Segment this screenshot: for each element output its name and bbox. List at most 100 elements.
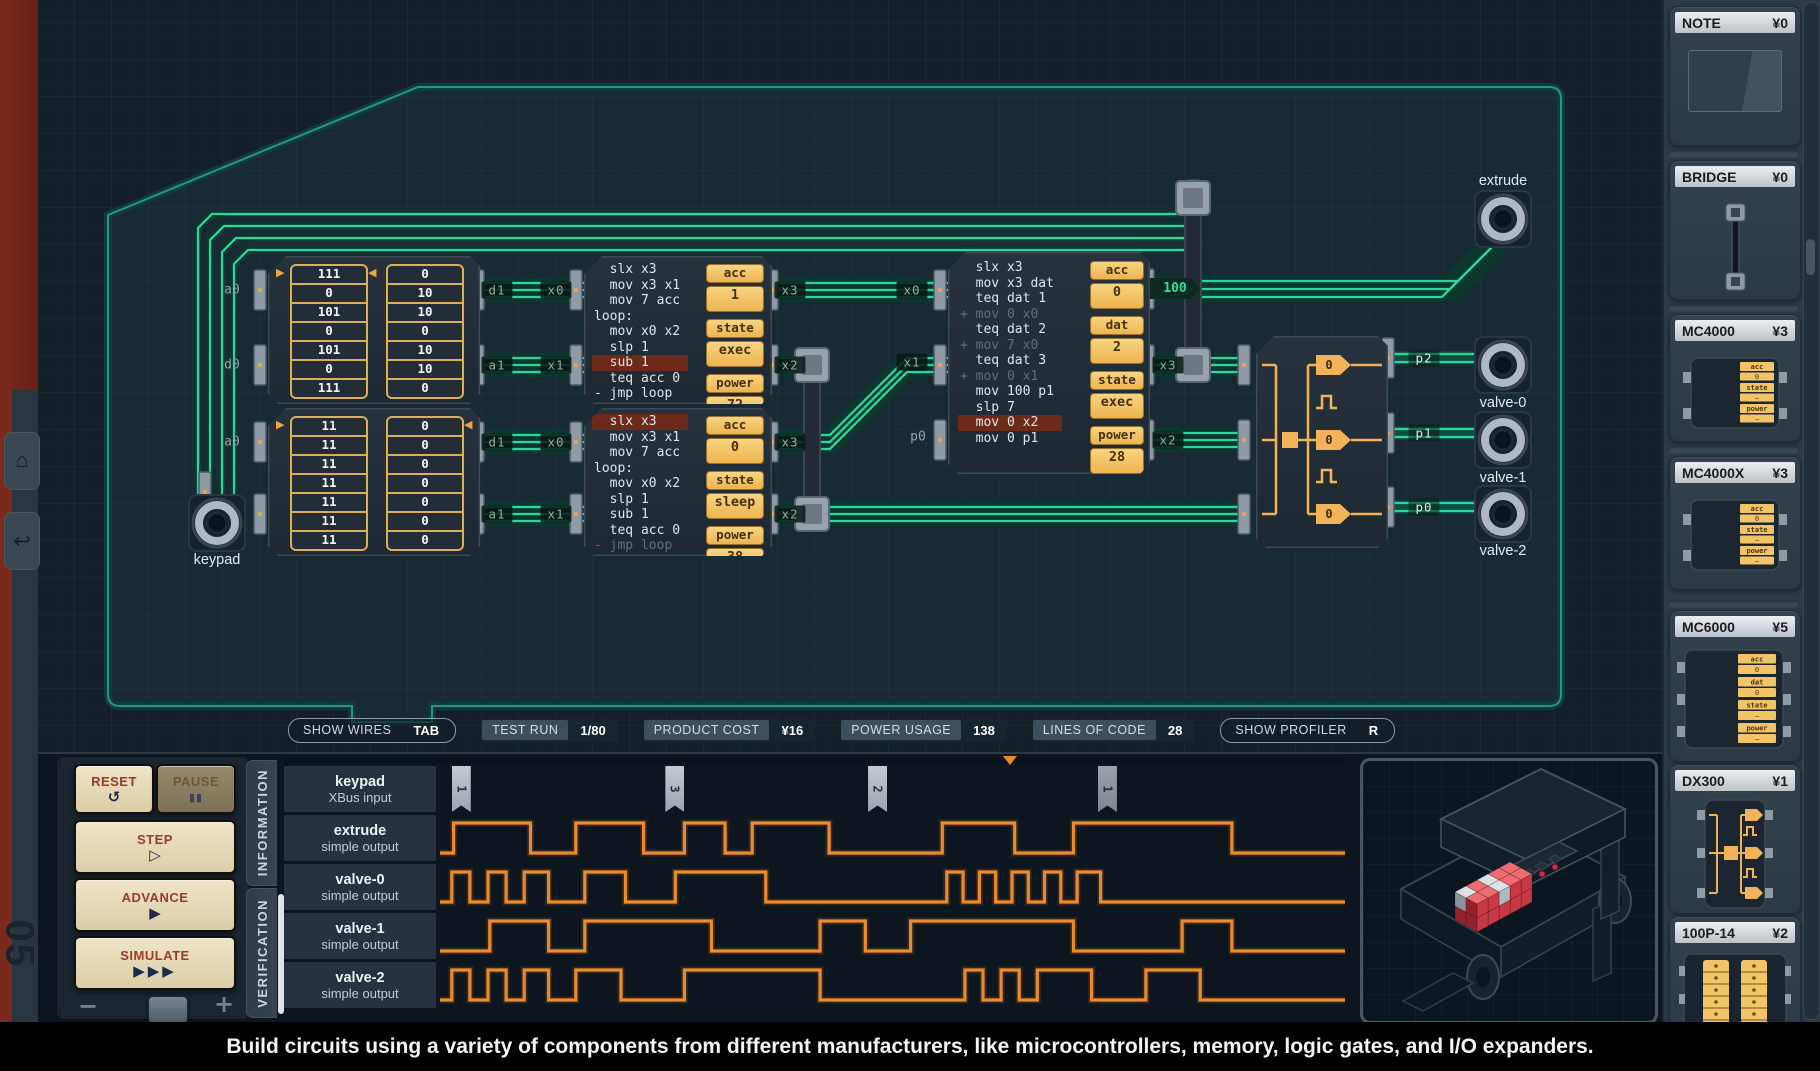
status-show-wires[interactable]: SHOW WIRESTAB xyxy=(288,718,456,743)
part-thumbnail xyxy=(1670,192,1800,294)
part-label-bar: MC6000¥5 xyxy=(1675,616,1795,637)
part-thumbnail xyxy=(1670,948,1800,1022)
mem-cell: 11 xyxy=(292,473,366,492)
tab-verification[interactable]: VERIFICATION xyxy=(246,888,277,1018)
advance-button[interactable]: ADVANCE ▶ xyxy=(74,878,236,932)
simulate-label: SIMULATE xyxy=(120,948,189,963)
home-button[interactable]: ⌂ xyxy=(4,432,40,490)
corner-logo: 05 xyxy=(0,920,42,958)
part-100p-14[interactable]: 100P-14 ¥2 xyxy=(1669,916,1801,1022)
part-mc4000[interactable]: MC4000¥3acc0state–power– xyxy=(1669,314,1801,442)
register-acc: acc0 xyxy=(706,416,764,464)
part-mc6000[interactable]: MC6000¥5acc0dat0state–power– xyxy=(1669,610,1801,762)
register-name: acc xyxy=(706,416,764,435)
reset-icon: ↺ xyxy=(108,790,121,805)
mem-cell: 0 xyxy=(292,359,366,378)
wire-value-tag: 100 xyxy=(1150,278,1200,299)
wave-name: extrude xyxy=(284,823,436,839)
speed-minus-button[interactable]: − xyxy=(78,992,98,1020)
part-dx300[interactable]: DX300 ¥1 xyxy=(1669,764,1801,914)
reset-button[interactable]: RESET ↺ xyxy=(74,764,154,814)
waveform-time-strip xyxy=(284,758,1345,764)
code-line: mov x3 x1 xyxy=(592,278,688,294)
part-name: DX300 xyxy=(1682,773,1725,789)
mem-cell: 11 xyxy=(292,492,366,511)
register-name: state xyxy=(706,471,764,490)
code-line: + mov 0 x1 xyxy=(958,369,1062,385)
part-mc4000x[interactable]: MC4000X¥3acc0state–power– xyxy=(1669,456,1801,590)
tab-information[interactable]: INFORMATION xyxy=(246,760,277,886)
home-icon: ⌂ xyxy=(16,449,29,473)
mem-cell: 11 xyxy=(292,511,366,530)
printer-illustration xyxy=(1363,761,1655,1015)
status-label: SHOW PROFILER xyxy=(1225,720,1356,740)
step-button[interactable]: STEP ▷ xyxy=(74,820,236,874)
io-label-keypad: keypad xyxy=(194,552,241,568)
wire-label: x3 xyxy=(1152,357,1183,374)
part-price: ¥1 xyxy=(1772,773,1788,789)
mem-cell: 10 xyxy=(388,283,462,302)
mc4000-chip-2[interactable]: slx x3 mov x3 x1 mov 7 accloop: mov x0 x… xyxy=(584,408,772,556)
wave-name: keypad xyxy=(284,774,436,790)
code-line: mov x3 dat xyxy=(958,276,1062,292)
parts-sidebar: NOTE¥0BRIDGE¥0MC4000¥3acc0state–power–MC… xyxy=(1662,0,1820,1022)
part-name: 100P-14 xyxy=(1682,925,1735,941)
part-name: BRIDGE xyxy=(1682,169,1736,185)
mc4000-2-code[interactable]: slx x3 mov x3 x1 mov 7 accloop: mov x0 x… xyxy=(592,414,688,554)
register-acc: acc0 xyxy=(1090,261,1144,309)
wire-label: x1 xyxy=(540,506,571,523)
wire-label: x1 xyxy=(540,357,571,374)
register-value: 0 xyxy=(1090,283,1144,309)
part-price: ¥2 xyxy=(1772,925,1788,941)
status-test-run: TEST RUN1/80 xyxy=(482,719,618,742)
mem-cell: 11 xyxy=(292,418,366,435)
simulate-button[interactable]: SIMULATE ▶▶▶ xyxy=(74,936,236,990)
xbus-flag-marker: 1 xyxy=(452,766,471,812)
code-line: sub 1 xyxy=(592,507,688,523)
svg-text:0: 0 xyxy=(1325,507,1332,521)
status-product-cost: PRODUCT COST¥16 xyxy=(644,719,815,742)
part-note[interactable]: NOTE¥0 xyxy=(1669,6,1801,146)
ram2-data-column[interactable]: 0000000 xyxy=(386,416,464,551)
mem-cell: 10 xyxy=(388,340,462,359)
mc4000-chip-1[interactable]: slx x3 mov x3 x1 mov 7 accloop: mov x0 x… xyxy=(584,256,772,404)
dx300-chip[interactable]: 000 xyxy=(1256,336,1388,548)
part-label-bar: 100P-14 ¥2 xyxy=(1675,922,1795,943)
status-bar: SHOW WIRESTAB TEST RUN1/80 PRODUCT COST¥16… xyxy=(288,718,1395,742)
mc4000-1-registers: acc1stateexecpower72 xyxy=(706,264,764,422)
pause-button[interactable]: PAUSE ▮▮ xyxy=(156,764,236,814)
mc6000-code[interactable]: slx x3 mov x3 dat teq dat 1+ mov 0 x0 te… xyxy=(958,260,1062,446)
xbus-flag-marker: 2 xyxy=(868,766,887,812)
sim-controls: RESET ↺ PAUSE ▮▮ STEP ▷ ADVANCE ▶ SIMULA… xyxy=(56,756,250,1020)
wave-label-valve-0: valve-0simple output xyxy=(284,864,436,910)
svg-text:state: state xyxy=(1746,702,1767,710)
status-value: R xyxy=(1357,723,1390,738)
code-line: slx x3 xyxy=(592,262,688,278)
ram2-address-column[interactable]: 11111111111111 xyxy=(290,416,368,551)
wave-type: simple output xyxy=(284,839,436,854)
sidebar-scrollbar-track[interactable] xyxy=(1803,2,1820,1020)
status-show-profiler[interactable]: SHOW PROFILERR xyxy=(1220,718,1395,743)
caption-bar: Build circuits using a variety of compon… xyxy=(0,1022,1820,1071)
wave-type: XBus input xyxy=(284,790,436,805)
register-name: power xyxy=(1090,426,1144,445)
mc6000-chip[interactable]: slx x3 mov x3 dat teq dat 1+ mov 0 x0 te… xyxy=(948,252,1150,474)
ram1-data-column[interactable]: 01010010100 xyxy=(386,264,464,399)
speed-slider-handle[interactable] xyxy=(148,996,188,1024)
speed-plus-button[interactable]: + xyxy=(214,990,234,1018)
undo-button[interactable]: ↩ xyxy=(4,512,40,570)
part-bridge[interactable]: BRIDGE¥0 xyxy=(1669,160,1801,300)
ram-chip-2[interactable]: ▶ ◀ 11111111111111 0000000 xyxy=(268,408,480,556)
register-power: power28 xyxy=(1090,426,1144,474)
wire-label: x1 xyxy=(896,354,927,371)
part-price: ¥5 xyxy=(1772,619,1788,635)
sidebar-scrollbar-thumb[interactable] xyxy=(1806,239,1815,275)
mem-cell: 0 xyxy=(388,511,462,530)
part-label-bar: MC4000¥3 xyxy=(1675,320,1795,341)
mc4000-1-code[interactable]: slx x3 mov x3 x1 mov 7 accloop: mov x0 x… xyxy=(592,262,688,402)
ram-chip-1[interactable]: ▶ ◀ 111010101010111 01010010100 xyxy=(268,256,480,404)
code-line: slx x3 xyxy=(958,260,1062,276)
ram1-address-column[interactable]: 111010101010111 xyxy=(290,264,368,399)
io-label-extrude: extrude xyxy=(1479,173,1527,189)
mem-cell: 0 xyxy=(388,266,462,283)
